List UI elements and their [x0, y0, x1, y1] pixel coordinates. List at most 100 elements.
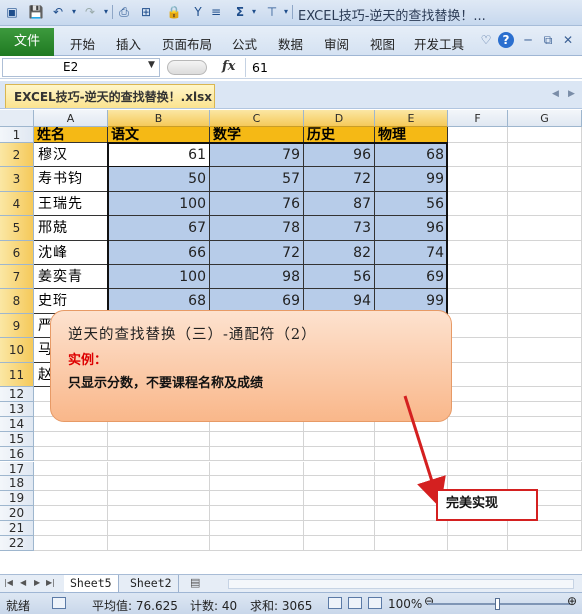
column-header-d[interactable]: D — [304, 110, 375, 127]
print-preview-icon[interactable]: ⎙ — [116, 4, 132, 20]
score-cell[interactable]: 66 — [108, 240, 210, 265]
score-cell[interactable]: 56 — [304, 265, 375, 290]
row-header-6[interactable]: 6 — [0, 240, 34, 265]
empty-cell[interactable] — [508, 191, 582, 217]
empty-cell[interactable] — [508, 521, 582, 536]
empty-cell[interactable] — [448, 401, 508, 417]
empty-cell[interactable] — [304, 476, 375, 492]
help-icon[interactable]: ? — [498, 32, 514, 48]
formula-bar-resize-handle[interactable] — [167, 60, 207, 75]
page-layout-view-icon[interactable] — [348, 597, 362, 609]
empty-cell[interactable] — [448, 387, 508, 402]
lock-icon[interactable]: 🔒 — [166, 4, 182, 20]
empty-cell[interactable] — [108, 461, 210, 477]
empty-cell[interactable] — [448, 127, 508, 143]
score-cell[interactable]: 98 — [210, 265, 304, 290]
score-cell[interactable]: 87 — [304, 191, 375, 217]
score-cell[interactable]: 50 — [108, 167, 210, 192]
empty-cell[interactable] — [108, 521, 210, 536]
header-cell[interactable]: 数学 — [210, 127, 304, 143]
empty-cell[interactable] — [375, 431, 448, 447]
tab-home[interactable]: 开始 — [70, 34, 95, 53]
row-header-13[interactable]: 13 — [0, 401, 34, 417]
score-cell[interactable]: 56 — [375, 191, 448, 217]
excel-logo-icon[interactable]: ▣ — [4, 4, 20, 20]
empty-cell[interactable] — [34, 446, 108, 462]
insert-sheet-icon[interactable]: ▤ — [190, 576, 200, 589]
row-header-18[interactable]: 18 — [0, 476, 34, 492]
empty-cell[interactable] — [448, 240, 508, 265]
empty-cell[interactable] — [508, 362, 582, 387]
window-close-icon[interactable]: ✕ — [560, 32, 576, 48]
score-cell[interactable]: 68 — [375, 143, 448, 168]
row-header-11[interactable]: 11 — [0, 362, 34, 387]
horizontal-scrollbar[interactable] — [228, 579, 574, 589]
empty-cell[interactable] — [448, 289, 508, 314]
empty-cell[interactable] — [508, 536, 582, 551]
tab-file[interactable]: 文件 — [0, 28, 54, 56]
empty-cell[interactable] — [448, 416, 508, 432]
empty-cell[interactable] — [508, 461, 582, 477]
row-header-9[interactable]: 9 — [0, 313, 34, 339]
empty-cell[interactable] — [508, 289, 582, 314]
zoom-out-icon[interactable]: ⊖ — [424, 594, 434, 608]
empty-cell[interactable] — [34, 476, 108, 492]
empty-cell[interactable] — [304, 521, 375, 536]
empty-cell[interactable] — [448, 338, 508, 363]
row-header-7[interactable]: 7 — [0, 265, 34, 290]
empty-cell[interactable] — [448, 461, 508, 477]
score-cell[interactable]: 99 — [375, 167, 448, 192]
zoom-level[interactable]: 100% — [388, 597, 422, 611]
tab-view[interactable]: 视图 — [370, 34, 395, 53]
empty-cell[interactable] — [375, 461, 448, 477]
name-cell[interactable]: 穆汉 — [34, 143, 108, 168]
empty-cell[interactable] — [508, 127, 582, 143]
column-header-e[interactable]: E — [375, 110, 448, 127]
page-break-view-icon[interactable] — [368, 597, 382, 609]
empty-cell[interactable] — [304, 431, 375, 447]
format-icon[interactable]: ⊞ — [138, 4, 154, 20]
empty-cell[interactable] — [34, 461, 108, 477]
score-cell[interactable]: 73 — [304, 216, 375, 241]
undo-dropdown-icon[interactable]: ▾ — [66, 4, 82, 20]
empty-cell[interactable] — [375, 521, 448, 536]
score-cell[interactable]: 100 — [108, 191, 210, 217]
empty-cell[interactable] — [210, 521, 304, 536]
empty-cell[interactable] — [210, 506, 304, 522]
score-cell[interactable]: 72 — [304, 167, 375, 192]
row-header-16[interactable]: 16 — [0, 446, 34, 462]
active-cell[interactable]: 61 — [108, 143, 210, 168]
tab-review[interactable]: 审阅 — [324, 34, 349, 53]
row-header-14[interactable]: 14 — [0, 416, 34, 432]
save-icon[interactable]: 💾 — [28, 4, 44, 20]
empty-cell[interactable] — [304, 506, 375, 522]
name-cell[interactable]: 王瑞先 — [34, 191, 108, 217]
empty-cell[interactable] — [508, 240, 582, 265]
empty-cell[interactable] — [210, 491, 304, 507]
score-cell[interactable]: 57 — [210, 167, 304, 192]
row-header-22[interactable]: 22 — [0, 536, 34, 551]
empty-cell[interactable] — [108, 491, 210, 507]
window-minimize-icon[interactable]: ─ — [520, 32, 536, 48]
header-cell[interactable]: 历史 — [304, 127, 375, 143]
row-header-4[interactable]: 4 — [0, 191, 34, 217]
row-header-2[interactable]: 2 — [0, 143, 34, 168]
minimize-ribbon-icon[interactable]: ♡ — [478, 32, 494, 48]
empty-cell[interactable] — [508, 446, 582, 462]
empty-cell[interactable] — [108, 506, 210, 522]
empty-cell[interactable] — [508, 167, 582, 192]
normal-view-icon[interactable] — [328, 597, 342, 609]
score-cell[interactable]: 74 — [375, 240, 448, 265]
empty-cell[interactable] — [448, 167, 508, 192]
column-header-a[interactable]: A — [34, 110, 108, 127]
empty-cell[interactable] — [304, 491, 375, 507]
empty-cell[interactable] — [508, 216, 582, 241]
sum-dropdown-icon[interactable]: ▾ — [246, 4, 262, 20]
empty-cell[interactable] — [508, 387, 582, 402]
zoom-in-icon[interactable]: ⊕ — [567, 594, 577, 608]
row-header-10[interactable]: 10 — [0, 338, 34, 363]
empty-cell[interactable] — [108, 476, 210, 492]
score-cell[interactable]: 67 — [108, 216, 210, 241]
empty-cell[interactable] — [508, 416, 582, 432]
score-cell[interactable]: 76 — [210, 191, 304, 217]
